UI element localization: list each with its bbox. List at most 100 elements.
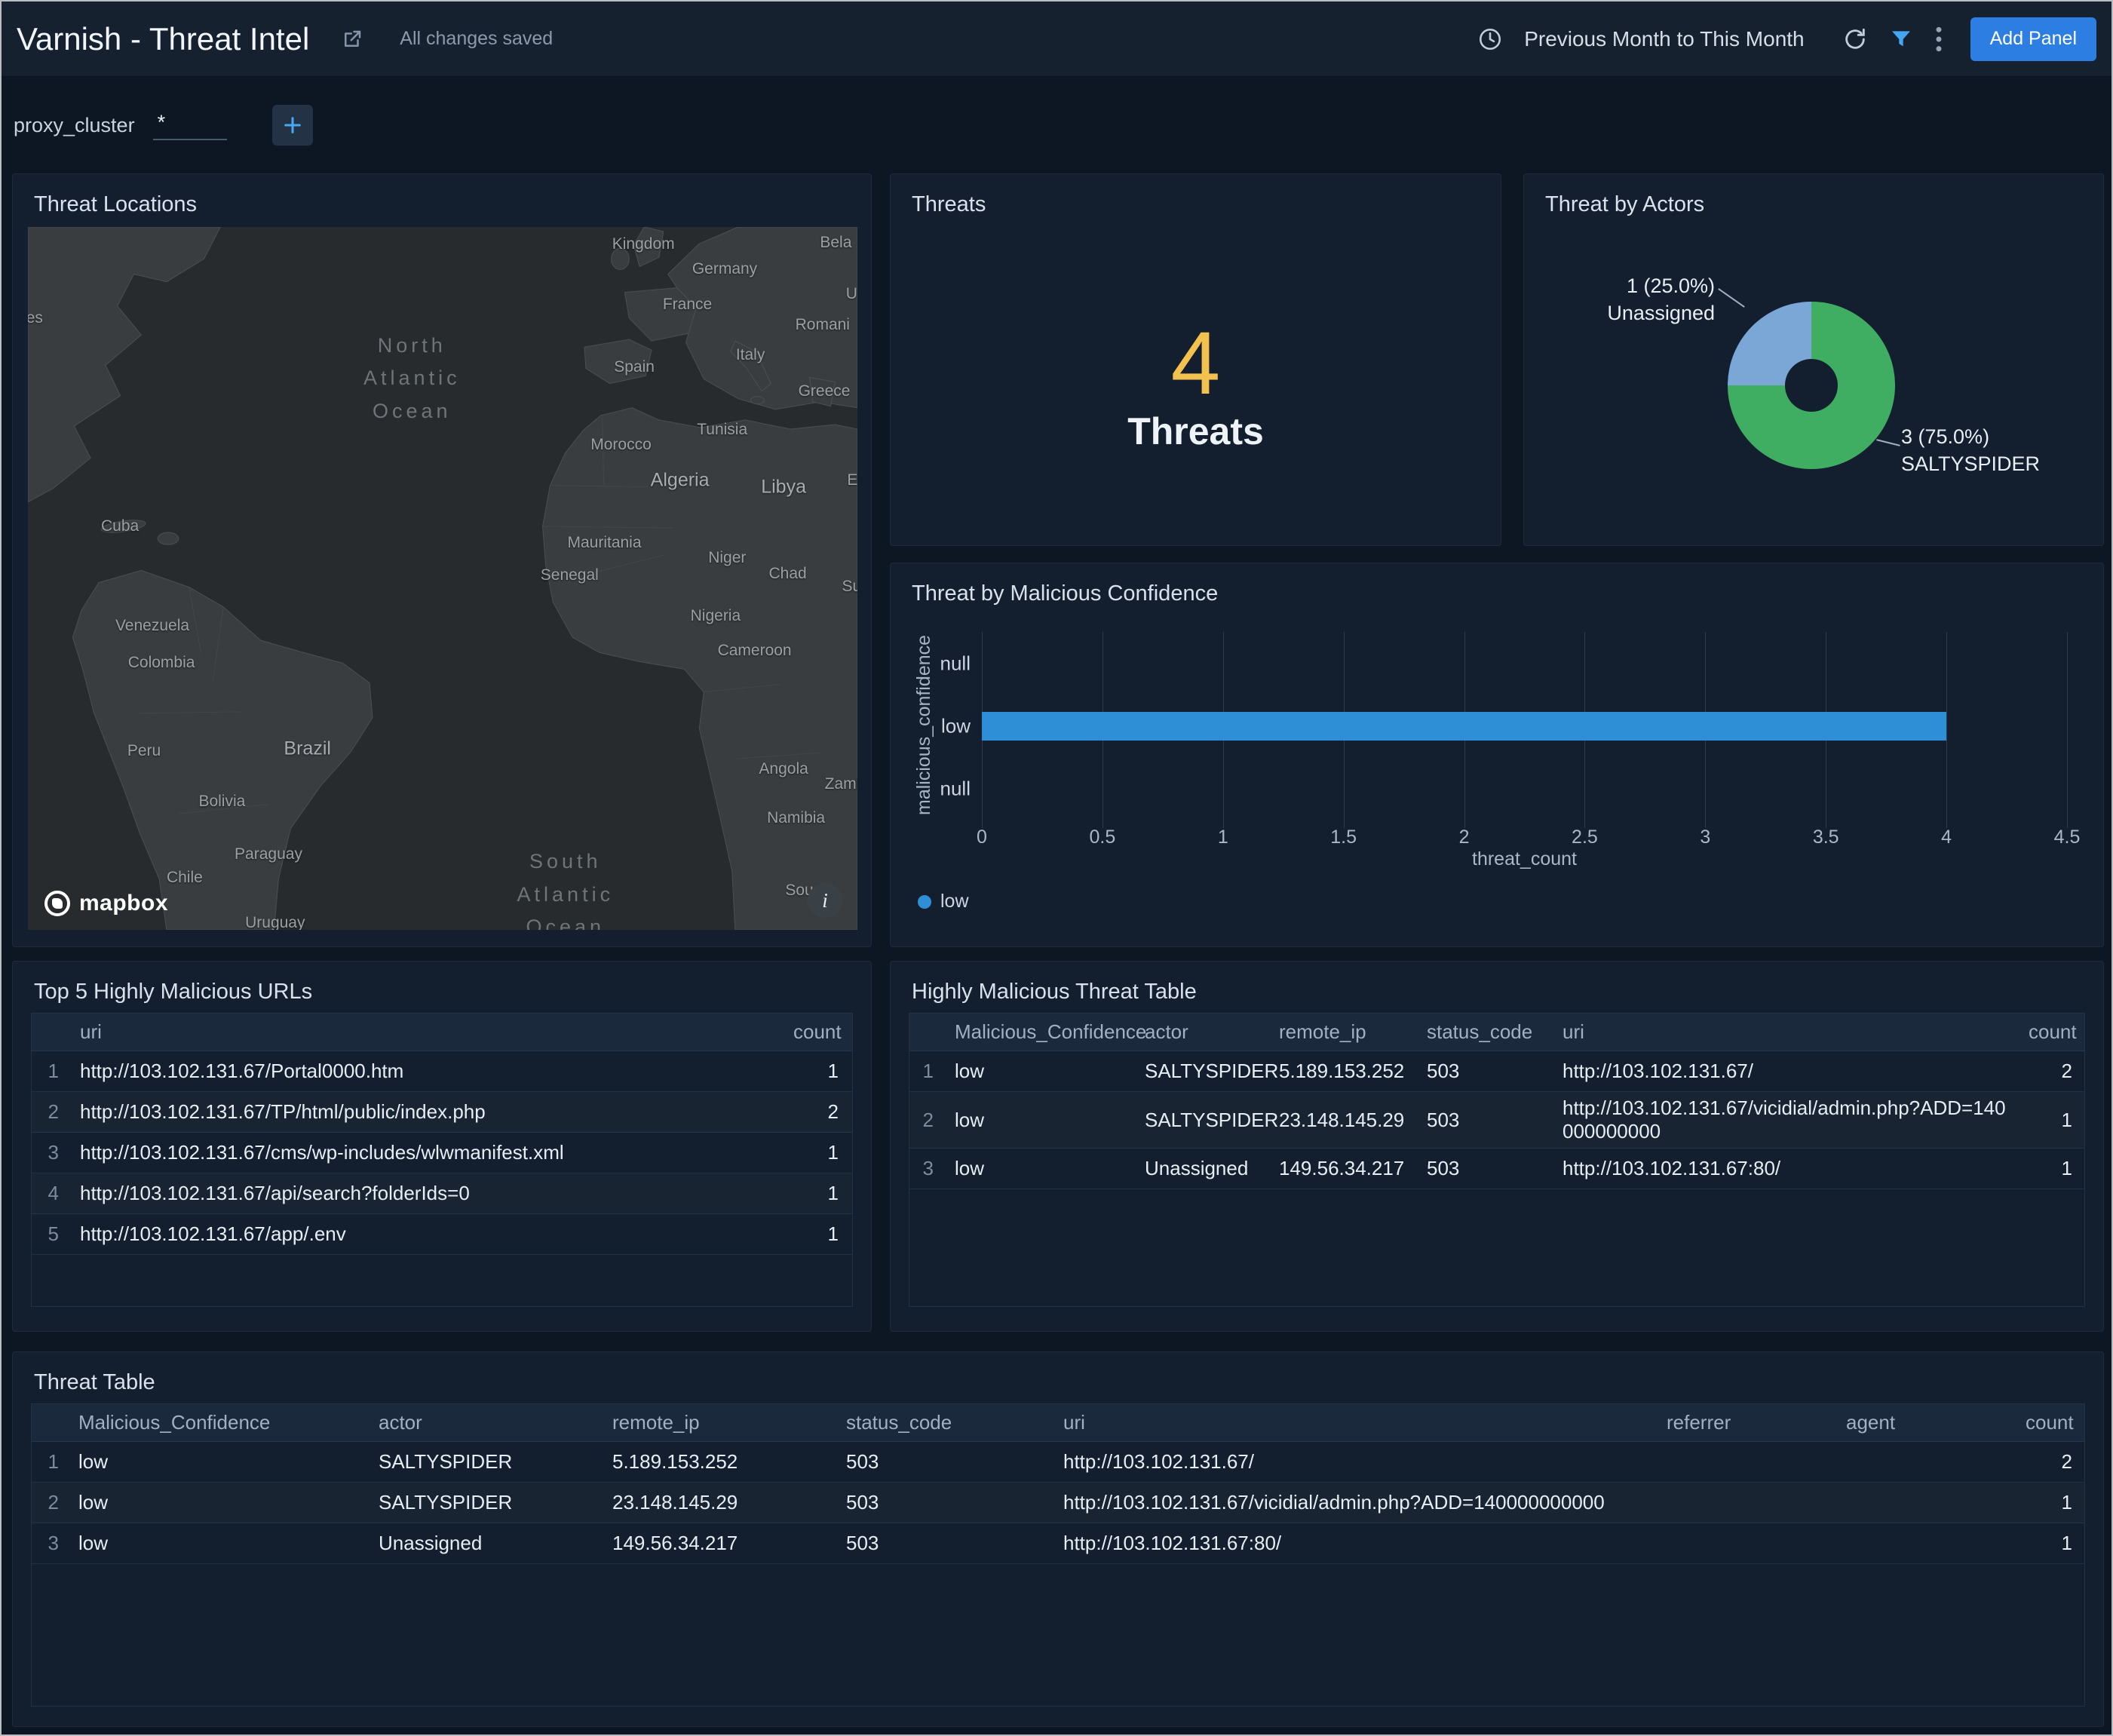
table-row: 3 low Unassigned 149.56.34.217 503 http://103… bbox=[32, 1523, 2084, 1564]
donut-slice-label-saltyspider: 3 (75.0%) SALTYSPIDER bbox=[1901, 425, 2041, 476]
country-label: Namibia bbox=[767, 808, 826, 827]
legend-item-low[interactable]: low bbox=[918, 891, 969, 912]
panel-title: Highly Malicious Threat Table bbox=[912, 980, 1197, 1004]
ocean-label-north-atlantic: North Atlantic Ocean bbox=[363, 334, 461, 422]
table-row: 2 low SALTYSPIDER 23.148.145.29 503 http://10… bbox=[909, 1092, 2084, 1149]
mapbox-attribution[interactable]: mapbox bbox=[44, 891, 168, 916]
threats-value: 4 bbox=[1170, 314, 1221, 413]
x-axis-label: threat_count bbox=[1472, 848, 1577, 870]
country-label: Chad bbox=[768, 565, 807, 583]
dashboard-title: Varnish - Threat Intel bbox=[17, 20, 310, 57]
panel-title: Threat Table bbox=[34, 1370, 155, 1394]
table-row: 1 http://103.102.131.67/Portal0000.htm 1 bbox=[32, 1051, 852, 1092]
dashboard: Varnish - Threat Intel All changes saved… bbox=[0, 0, 2113, 1736]
add-panel-button[interactable]: Add Panel bbox=[1970, 17, 2096, 61]
country-label: E bbox=[847, 471, 857, 489]
country-label: Brazil bbox=[284, 738, 331, 759]
country-label: Venezuela bbox=[115, 617, 190, 635]
country-label: Niger bbox=[708, 548, 747, 566]
plus-icon bbox=[284, 117, 301, 133]
country-label: France bbox=[662, 295, 713, 313]
confidence-bar[interactable] bbox=[982, 712, 1947, 741]
panel-title: Threat Locations bbox=[34, 192, 198, 216]
country-label: Greece bbox=[798, 382, 851, 400]
country-label: Zamb bbox=[824, 775, 857, 793]
country-label: Libya bbox=[761, 476, 806, 498]
ocean-label-south-atlantic: South Atlantic Ocean bbox=[517, 850, 615, 930]
actors-donut-chart[interactable] bbox=[1728, 302, 1895, 469]
country-label: Chile bbox=[166, 869, 203, 887]
table-header: Malicious_Confidence actor remote_ip sta… bbox=[909, 1014, 2084, 1051]
country-label: Kingdom bbox=[612, 235, 675, 253]
country-label: Cuba bbox=[100, 517, 140, 535]
donut-slice-label-unassigned: 1 (25.0%) Unassigned bbox=[1607, 275, 1715, 325]
country-label: Uruguay bbox=[245, 913, 305, 930]
share-icon[interactable] bbox=[341, 28, 363, 51]
country-label: Bela bbox=[820, 234, 852, 252]
bar-chart-plot-area bbox=[982, 632, 2068, 828]
refresh-icon[interactable] bbox=[1842, 26, 1868, 52]
country-label: Colombia bbox=[127, 653, 195, 671]
country-label: Angola bbox=[759, 759, 808, 778]
table-row: 2 low SALTYSPIDER 23.148.145.29 503 http://10… bbox=[32, 1483, 2084, 1523]
country-label: Paraguay bbox=[235, 845, 302, 863]
highly-malicious-table: Malicious_Confidence actor remote_ip sta… bbox=[909, 1013, 2085, 1307]
panel-title: Top 5 Highly Malicious URLs bbox=[34, 980, 313, 1004]
table-row: 3 http://103.102.131.67/cms/wp-includes/w… bbox=[32, 1133, 852, 1173]
add-filter-button[interactable] bbox=[271, 105, 313, 146]
country-label: Mauritania bbox=[567, 534, 642, 552]
panel-threat-table: Threat Table Malicious_Confidence actor … bbox=[12, 1351, 2104, 1727]
table-row: 2 http://103.102.131.67/TP/html/public/in… bbox=[32, 1092, 852, 1133]
map-canvas[interactable]: North Atlantic Ocean South Atlantic Ocea… bbox=[28, 227, 857, 930]
top5-table: uri count 1 http://103.102.131.67/Portal0… bbox=[31, 1013, 853, 1307]
panel-title: Threat by Actors bbox=[1545, 192, 1705, 216]
country-label: Spain bbox=[614, 358, 655, 376]
map-info-button[interactable]: i bbox=[808, 883, 842, 918]
panel-threat-by-actors: Threat by Actors 1 (25.0%) Unassigned 3 … bbox=[1523, 173, 2104, 546]
filter-name-label: proxy_cluster bbox=[14, 113, 135, 136]
threat-table: Malicious_Confidence actor remote_ip sta… bbox=[31, 1403, 2085, 1707]
kebab-menu-icon[interactable] bbox=[1934, 25, 1943, 54]
table-row: 3 low Unassigned 149.56.34.217 503 http://103… bbox=[909, 1149, 2084, 1189]
table-row: 1 low SALTYSPIDER 5.189.153.252 503 http://10… bbox=[32, 1442, 2084, 1483]
save-status: All changes saved bbox=[400, 28, 554, 49]
top-bar: Varnish - Threat Intel All changes saved… bbox=[2, 2, 2111, 77]
panel-title: Threat by Malicious Confidence bbox=[912, 581, 1219, 606]
mapbox-logo-icon bbox=[44, 891, 70, 916]
table-row: 4 http://103.102.131.67/api/search?folder… bbox=[32, 1173, 852, 1214]
clock-icon bbox=[1477, 26, 1503, 52]
legend-dot bbox=[918, 894, 931, 909]
table-header: uri count bbox=[32, 1014, 852, 1051]
country-label: Senegal bbox=[540, 566, 599, 584]
panel-malicious-confidence: Threat by Malicious Confidence malicious… bbox=[890, 563, 2104, 947]
country-label: Algeria bbox=[650, 469, 710, 491]
panel-threats: Threats 4 Threats bbox=[890, 173, 1501, 546]
filter-bar: proxy_cluster * bbox=[14, 77, 313, 173]
leader-line bbox=[1718, 288, 1745, 308]
y-axis-categories: null low null bbox=[940, 652, 971, 800]
leader-line bbox=[1876, 439, 1900, 446]
country-label: Su bbox=[842, 578, 857, 596]
table-header: Malicious_Confidence actor remote_ip sta… bbox=[32, 1404, 2084, 1442]
country-label: U bbox=[845, 284, 857, 302]
country-label: Peru bbox=[127, 742, 161, 760]
x-axis-ticks: 0 0.5 1 1.5 2 2.5 3 3.5 4 4.5 bbox=[977, 827, 2081, 848]
filter-value-input[interactable]: * bbox=[152, 111, 227, 140]
country-label: Bolivia bbox=[198, 793, 246, 811]
panel-threat-locations: Threat Locations North Atlantic Ocean So… bbox=[12, 173, 872, 947]
country-label: Cameroon bbox=[717, 641, 792, 659]
time-range-selector[interactable]: Previous Month to This Month bbox=[1524, 27, 1804, 51]
mapbox-logo-text: mapbox bbox=[79, 891, 169, 916]
country-label: Nigeria bbox=[690, 607, 741, 625]
panel-highly-malicious-threat-table: Highly Malicious Threat Table Malicious_… bbox=[890, 961, 2104, 1332]
legend-label: low bbox=[940, 891, 969, 912]
country-label: Tunisia bbox=[697, 421, 748, 439]
country-label: Romani bbox=[795, 316, 850, 334]
threats-value-label: Threats bbox=[1127, 410, 1264, 452]
country-label: Germany bbox=[692, 259, 758, 278]
filter-icon[interactable] bbox=[1889, 27, 1913, 51]
table-row: 1 low SALTYSPIDER 5.189.153.252 503 http://10… bbox=[909, 1051, 2084, 1092]
panel-top5-malicious-urls: Top 5 Highly Malicious URLs uri count 1h… bbox=[12, 961, 872, 1332]
panel-title: Threats bbox=[912, 192, 986, 216]
country-label: es bbox=[28, 309, 43, 327]
